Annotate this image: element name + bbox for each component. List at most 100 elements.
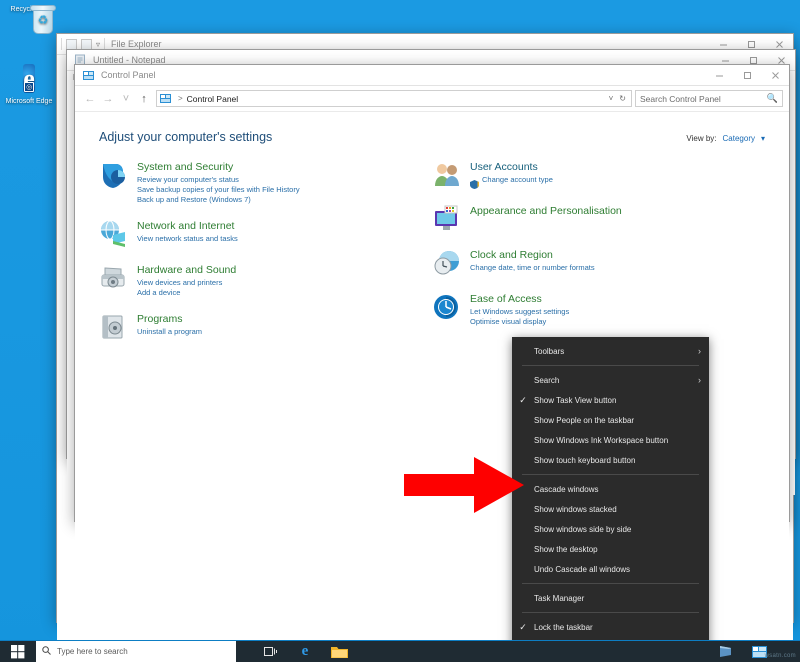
menu-item-show-people-on-the-taskbar[interactable]: Show People on the taskbar: [512, 410, 709, 430]
category-title[interactable]: Programs: [137, 313, 202, 325]
search-icon: [42, 646, 51, 657]
category-link[interactable]: Save backup copies of your files with Fi…: [137, 185, 300, 195]
titlebar-control-panel[interactable]: Control Panel: [75, 65, 789, 86]
search-placeholder: Search Control Panel: [640, 94, 721, 104]
category-title[interactable]: User Accounts: [470, 161, 553, 173]
menu-item-search[interactable]: Search›: [512, 370, 709, 390]
category-title[interactable]: Hardware and Sound: [137, 264, 236, 276]
address-chevron-down-icon[interactable]: ˅: [609, 94, 614, 103]
menu-item-show-touch-keyboard-button[interactable]: Show touch keyboard button: [512, 450, 709, 470]
qat-newfolder-icon[interactable]: [81, 39, 92, 50]
desktop-icon-recycle-bin[interactable]: ♻ Recycle Bin: [2, 4, 56, 14]
minimize-button[interactable]: [705, 65, 733, 86]
task-view-button[interactable]: [254, 641, 288, 662]
category-title[interactable]: Clock and Region: [470, 249, 595, 261]
taskbar-search-box[interactable]: Type here to search: [36, 641, 236, 662]
close-button[interactable]: [761, 65, 789, 86]
forward-button[interactable]: →: [99, 89, 117, 109]
recent-locations-icon[interactable]: ˅: [117, 89, 135, 109]
category-link[interactable]: Change account type: [482, 175, 553, 185]
programs-icon: [99, 312, 129, 342]
menu-item-label: Show Task View button: [534, 396, 701, 405]
maximize-button[interactable]: [733, 65, 761, 86]
edge-taskbar-icon[interactable]: e: [288, 641, 322, 662]
category-system-and-security[interactable]: System and Security Review your computer…: [99, 160, 432, 205]
microsoft-edge-icon: e◎: [2, 62, 56, 96]
category-title[interactable]: Network and Internet: [137, 220, 238, 232]
category-hardware-and-sound[interactable]: Hardware and Sound View devices and prin…: [99, 263, 432, 298]
category-clock-and-region[interactable]: Clock and Region Change date, time or nu…: [432, 248, 765, 278]
category-ease-of-access[interactable]: Ease of Access Let Windows suggest setti…: [432, 292, 765, 327]
category-title[interactable]: Appearance and Personalisation: [470, 205, 622, 217]
menu-item-label: Show Windows Ink Workspace button: [534, 436, 701, 445]
category-user-accounts[interactable]: User Accounts Change account type: [432, 160, 765, 190]
menu-separator: [522, 583, 699, 584]
menu-item-show-windows-stacked[interactable]: Show windows stacked: [512, 499, 709, 519]
menu-item-label: Lock the taskbar: [534, 623, 701, 632]
menu-item-label: Show People on the taskbar: [534, 416, 701, 425]
menu-item-show-the-desktop[interactable]: Show the desktop: [512, 539, 709, 559]
menu-item-cascade-windows[interactable]: Cascade windows: [512, 479, 709, 499]
search-control-panel-input[interactable]: Search Control Panel 🔍: [635, 90, 783, 107]
menu-item-show-windows-ink-workspace-button[interactable]: Show Windows Ink Workspace button: [512, 430, 709, 450]
monitor-icon: [432, 204, 462, 234]
shield-icon: [99, 160, 129, 190]
desktop: ♻ Recycle Bin e◎ Microsoft Edge ▿ File E…: [0, 0, 800, 662]
category-title[interactable]: Ease of Access: [470, 293, 569, 305]
menu-item-task-manager[interactable]: Task Manager: [512, 588, 709, 608]
breadcrumb-control-panel[interactable]: Control Panel: [187, 94, 239, 104]
uac-shield-icon: [470, 176, 479, 185]
category-link[interactable]: Review your computer's status: [137, 175, 300, 185]
menu-item-undo-cascade-all-windows[interactable]: Undo Cascade all windows: [512, 559, 709, 579]
category-column-left: System and Security Review your computer…: [99, 160, 432, 356]
category-network-and-internet[interactable]: Network and Internet View network status…: [99, 219, 432, 249]
view-by-control[interactable]: View by: Category ▾: [686, 134, 765, 143]
up-button[interactable]: ↑: [135, 89, 153, 109]
submenu-chevron-right-icon: ›: [698, 346, 701, 356]
category-programs[interactable]: Programs Uninstall a program: [99, 312, 432, 342]
menu-item-label: Show the desktop: [534, 545, 701, 554]
window-title: File Explorer: [111, 39, 162, 49]
file-explorer-taskbar-icon[interactable]: [322, 641, 356, 662]
category-column-right: User Accounts Change account type: [432, 160, 765, 356]
window-controls[interactable]: [705, 65, 789, 86]
category-link[interactable]: Add a device: [137, 288, 236, 298]
category-link[interactable]: Change date, time or number formats: [470, 263, 595, 273]
breadcrumb-separator: >: [178, 94, 183, 103]
address-bar[interactable]: > Control Panel ˅ ↻: [156, 90, 632, 107]
watermark: wsatn.com: [765, 653, 796, 659]
check-icon: ✓: [512, 622, 534, 633]
menu-item-label: Show windows side by side: [534, 525, 701, 534]
category-appearance-and-personalisation[interactable]: Appearance and Personalisation: [432, 204, 765, 234]
control-panel-icon: [82, 69, 95, 82]
menu-item-label: Cascade windows: [534, 485, 701, 494]
category-link[interactable]: Uninstall a program: [137, 327, 202, 337]
back-button[interactable]: ←: [81, 89, 99, 109]
view-by-value[interactable]: Category: [723, 134, 755, 143]
qat-chevron-down-icon[interactable]: ▿: [96, 40, 100, 49]
submenu-chevron-right-icon: ›: [698, 375, 701, 385]
category-title[interactable]: System and Security: [137, 161, 300, 173]
category-link[interactable]: View network status and tasks: [137, 234, 238, 244]
menu-item-show-task-view-button[interactable]: ✓Show Task View button: [512, 390, 709, 410]
navigation-bar[interactable]: ← → ˅ ↑ > Control Panel ˅ ↻ Search Contr…: [75, 86, 789, 112]
menu-item-toolbars[interactable]: Toolbars›: [512, 341, 709, 361]
desktop-icon-microsoft-edge[interactable]: e◎ Microsoft Edge: [2, 62, 56, 106]
users-icon: [432, 160, 462, 190]
view-by-label: View by:: [686, 134, 716, 143]
qat-properties-icon[interactable]: [66, 39, 77, 50]
taskbar[interactable]: Type here to search e: [0, 640, 800, 662]
chevron-down-icon[interactable]: ▾: [761, 134, 765, 143]
category-link[interactable]: Let Windows suggest settings: [470, 307, 569, 317]
category-link[interactable]: View devices and printers: [137, 278, 236, 288]
taskbar-context-menu[interactable]: Toolbars›Search›✓Show Task View buttonSh…: [512, 337, 709, 661]
printer-icon: [99, 263, 129, 293]
notepad-taskbar-icon[interactable]: [708, 641, 742, 662]
menu-item-show-windows-side-by-side[interactable]: Show windows side by side: [512, 519, 709, 539]
category-link[interactable]: Back up and Restore (Windows 7): [137, 195, 300, 205]
category-link[interactable]: Optimise visual display: [470, 317, 569, 327]
refresh-icon[interactable]: ↻: [619, 94, 626, 103]
menu-item-lock-the-taskbar[interactable]: ✓Lock the taskbar: [512, 617, 709, 637]
start-button[interactable]: [0, 641, 36, 662]
menu-item-label: Task Manager: [534, 594, 701, 603]
